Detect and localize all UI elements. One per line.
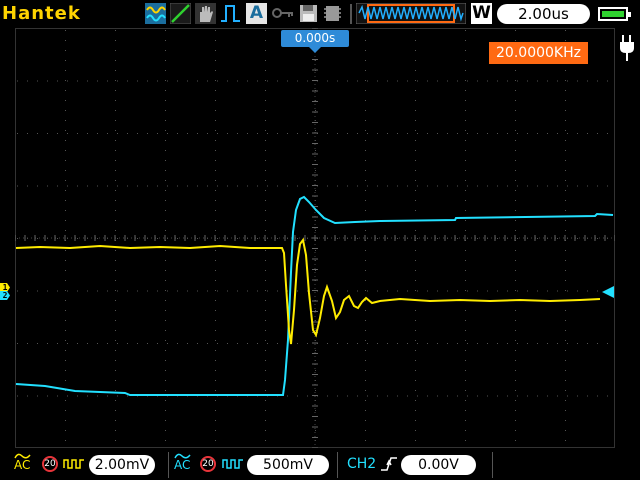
- frequency-readout: 20.0000KHz: [489, 42, 588, 64]
- trigger-level-readout[interactable]: 0.00V: [401, 455, 476, 475]
- probe-icon: [63, 459, 84, 469]
- trigger-position-readout[interactable]: 0.000s: [281, 30, 349, 47]
- footer-divider: [492, 452, 493, 478]
- rising-edge-icon[interactable]: [380, 456, 398, 472]
- ch2-bandwidth-limit[interactable]: 20: [200, 456, 216, 472]
- ch2-coupling-label: AC: [174, 458, 191, 472]
- probe-icon: [222, 459, 243, 469]
- footer-divider: [168, 452, 169, 478]
- trigger-position-marker[interactable]: [309, 47, 321, 53]
- ch1-scale-readout[interactable]: 2.00mV: [89, 455, 155, 475]
- ch1-waveform: [15, 237, 601, 345]
- ch2-coupling[interactable]: AC: [174, 452, 192, 471]
- ch1-coupling[interactable]: AC: [14, 452, 32, 471]
- ch1-bandwidth-limit[interactable]: 20: [42, 456, 58, 472]
- ch1-coupling-label: AC: [14, 458, 31, 472]
- footer-divider: [337, 452, 338, 478]
- trigger-level-marker[interactable]: [602, 286, 614, 298]
- ch2-scale-readout[interactable]: 500mV: [247, 455, 329, 475]
- power-plug-icon: [620, 35, 634, 61]
- trigger-source[interactable]: CH2: [347, 456, 376, 472]
